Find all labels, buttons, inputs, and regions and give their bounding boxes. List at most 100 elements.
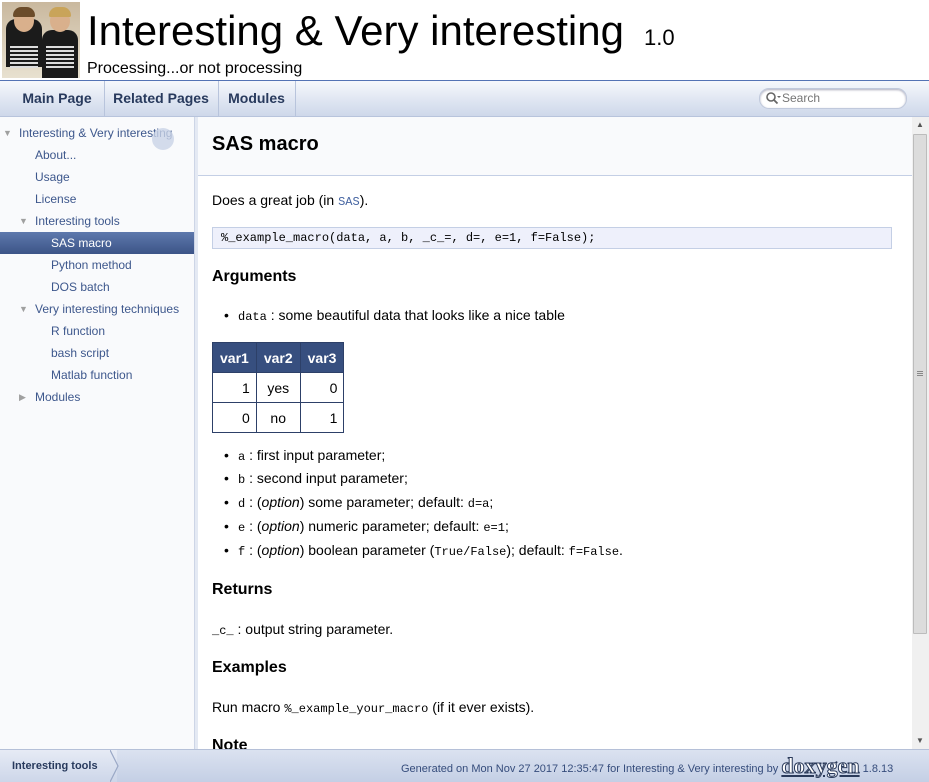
arguments-heading: Arguments xyxy=(212,268,297,285)
nav-item-very-interesting-techniques[interactable]: ▼ Very interesting techniques xyxy=(0,298,194,320)
logo-hair-left xyxy=(13,7,35,17)
table-cell: no xyxy=(255,402,301,433)
list-item-e: e : (option) numeric parameter; default:… xyxy=(224,518,509,535)
table-header-cell: var2 xyxy=(255,342,301,373)
table-header-cell: var1 xyxy=(212,342,257,373)
note-heading: Note xyxy=(212,737,248,749)
generated-text: Generated on Mon Nov 27 2017 12:35:47 fo… xyxy=(401,762,779,775)
returns-code: _c_ xyxy=(212,624,234,638)
page-title: SAS macro xyxy=(212,133,319,155)
scroll-up-arrow-icon[interactable]: ▲ xyxy=(916,120,924,129)
table-cell: 1 xyxy=(212,372,257,403)
expanded-arrow-icon[interactable]: ▼ xyxy=(3,122,12,144)
nav-item-label: License xyxy=(35,192,77,206)
examples-text-end: (if it ever exists). xyxy=(428,699,535,715)
collapsed-arrow-icon[interactable]: ▶ xyxy=(19,386,26,408)
param-text: : first input parameter; xyxy=(245,447,386,463)
tab-main-page[interactable]: Main Page xyxy=(10,81,105,116)
table-cell: 0 xyxy=(212,402,257,433)
list-item-d: d : (option) some parameter; default: d=… xyxy=(224,494,494,511)
logo-shirt-text-right xyxy=(46,46,74,68)
nav-item-python-method[interactable]: Python method xyxy=(0,254,194,276)
nav-item-modules[interactable]: ▶ Modules xyxy=(0,386,194,408)
returns-heading: Returns xyxy=(212,581,273,598)
doxygen-logo[interactable]: doxygen xyxy=(781,753,860,779)
param-text: ) boolean parameter ( xyxy=(299,542,435,558)
nav-item-license[interactable]: License xyxy=(0,188,194,210)
search-icon[interactable] xyxy=(765,91,781,105)
param-default: f=False xyxy=(568,545,620,559)
nav-item-project-root[interactable]: ▼ Interesting & Very interesting xyxy=(0,122,194,150)
nav-item-label: Matlab function xyxy=(51,368,133,382)
nav-item-label: bash script xyxy=(51,346,110,360)
project-name-text: Interesting & Very interesting xyxy=(87,7,624,54)
nav-item-dos-batch[interactable]: DOS batch xyxy=(0,276,194,298)
data-table: var1 var2 var3 1 yes 0 0 no 1 xyxy=(212,342,345,433)
expanded-arrow-icon[interactable]: ▼ xyxy=(19,210,28,232)
param-text: ) numeric parameter; default: xyxy=(299,518,484,534)
table-cell: 0 xyxy=(299,372,345,403)
table-cell: yes xyxy=(255,372,301,403)
nav-item-sas-macro[interactable]: SAS macro xyxy=(0,232,194,254)
intro-text: Does a great job (in xyxy=(212,192,339,208)
nav-item-interesting-tools[interactable]: ▼ Interesting tools xyxy=(0,210,194,232)
search-input[interactable] xyxy=(782,90,900,106)
nav-item-label: SAS macro xyxy=(51,236,112,250)
table-header-row: var1 var2 var3 xyxy=(212,342,345,373)
tab-related-pages[interactable]: Related Pages xyxy=(104,81,219,116)
param-text: : second input parameter; xyxy=(245,470,408,486)
project-logo xyxy=(2,2,80,78)
main-nav: Main Page Related Pages Modules xyxy=(0,81,929,117)
param-end: ; xyxy=(489,494,494,510)
tab-modules[interactable]: Modules xyxy=(218,81,296,116)
grip-icon xyxy=(917,371,923,372)
param-end: . xyxy=(619,542,623,558)
nav-item-label: Python method xyxy=(51,258,132,272)
breadcrumb-item[interactable]: Interesting tools xyxy=(0,750,117,782)
returns-paragraph: _c_ : output string parameter. xyxy=(212,621,393,638)
examples-text: Run macro xyxy=(212,699,285,715)
doc-content: SAS macro Does a great job (in SAS). %_e… xyxy=(198,117,912,749)
nav-item-r-function[interactable]: R function xyxy=(0,320,194,342)
returns-text: : output string parameter. xyxy=(233,621,394,637)
nav-item-label: About... xyxy=(35,148,77,162)
table-row: 0 no 1 xyxy=(212,402,345,433)
project-brief: Processing...or not processing xyxy=(87,60,303,77)
sas-link[interactable]: SAS xyxy=(338,195,360,209)
vertical-scrollbar[interactable]: ▲ ▼ xyxy=(912,117,929,749)
nav-item-about[interactable]: About... xyxy=(0,144,194,166)
list-item-a: a : first input parameter; xyxy=(224,447,386,464)
nav-item-label: DOS batch xyxy=(51,280,110,294)
page-header: SAS macro xyxy=(198,117,912,176)
param-default: e=1 xyxy=(483,521,505,535)
table-cell: 1 xyxy=(299,402,345,433)
logo-hair-right xyxy=(49,7,71,17)
nav-item-label: Usage xyxy=(35,170,70,184)
doxygen-version: 1.8.13 xyxy=(862,762,894,775)
param-default: d=a xyxy=(467,497,490,511)
nav-item-label: Modules xyxy=(35,390,81,404)
scroll-down-arrow-icon[interactable]: ▼ xyxy=(916,736,924,745)
param-option: option xyxy=(261,542,300,558)
param-code: data xyxy=(238,310,267,324)
examples-heading: Examples xyxy=(212,659,287,676)
nav-item-label: Interesting & Very interesting xyxy=(19,126,173,140)
table-header-cell: var3 xyxy=(299,342,345,373)
code-fragment: %_example_macro(data, a, b, _c_=, d=, e=… xyxy=(212,227,892,249)
examples-paragraph: Run macro %_example_your_macro (if it ev… xyxy=(212,699,534,716)
project-name: Interesting & Very interesting 1.0 xyxy=(87,6,675,63)
param-text: ) some parameter; default: xyxy=(299,494,468,510)
scrollbar-thumb[interactable] xyxy=(913,134,927,634)
nav-item-bash-script[interactable]: bash script xyxy=(0,342,194,364)
title-area: Interesting & Very interesting 1.0 Proces… xyxy=(0,0,929,81)
list-item-data: data : some beautiful data that looks li… xyxy=(224,307,565,324)
nav-item-matlab-function[interactable]: Matlab function xyxy=(0,364,194,386)
search-box[interactable] xyxy=(759,88,907,109)
list-item-f: f : (option) boolean parameter (True/Fal… xyxy=(224,542,623,559)
examples-code: %_example_your_macro xyxy=(284,702,429,716)
param-end: ; xyxy=(504,518,509,534)
side-nav-tree: ▼ Interesting & Very interesting About..… xyxy=(0,117,195,749)
param-text: ); default: xyxy=(506,542,569,558)
nav-item-usage[interactable]: Usage xyxy=(0,166,194,188)
expanded-arrow-icon[interactable]: ▼ xyxy=(19,298,28,320)
